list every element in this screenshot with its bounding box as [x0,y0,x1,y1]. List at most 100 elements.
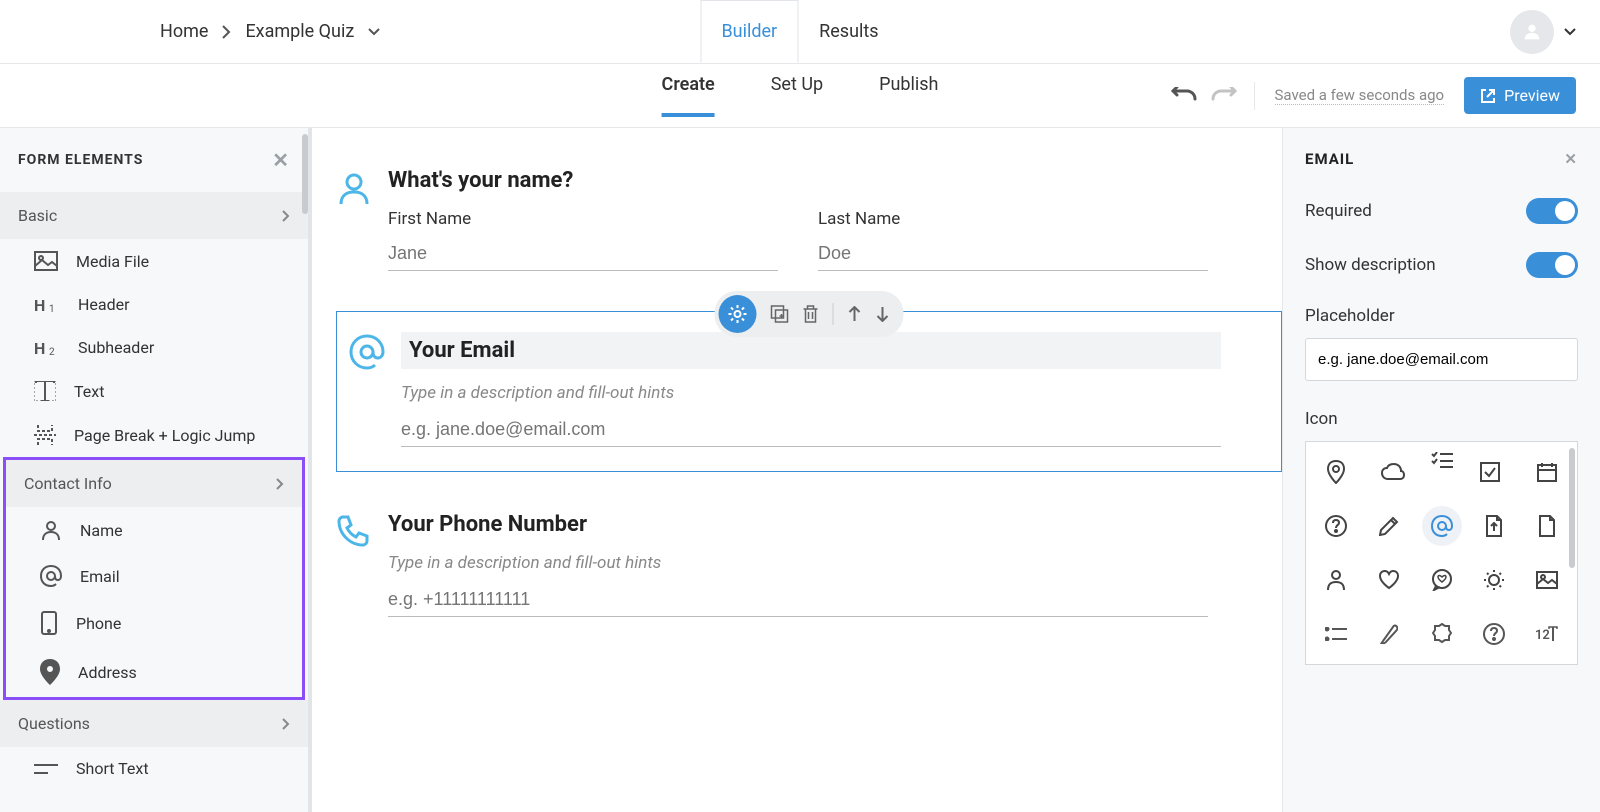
first-name-input[interactable] [388,237,778,271]
close-icon[interactable]: ✕ [1564,150,1578,168]
saved-status: Saved a few seconds ago [1275,86,1445,105]
at-icon [349,334,385,370]
media-icon [34,251,58,271]
delete-button[interactable] [803,305,819,323]
pin-icon [40,659,60,685]
sidebar-title: FORM ELEMENTS [18,152,143,168]
header-icon: H1 [34,296,60,314]
showdesc-toggle[interactable] [1526,252,1578,278]
close-icon[interactable]: ✕ [272,148,290,172]
upload-icon-option[interactable] [1474,506,1514,546]
person-icon [336,170,372,206]
scrollbar[interactable] [302,134,308,214]
email-input[interactable] [401,413,1221,447]
sidebar-item-text[interactable]: Text [0,369,308,413]
svg-text:1: 1 [49,304,55,314]
subheader-icon: H2 [34,339,60,357]
cloud-icon-option[interactable] [1373,452,1413,492]
checkbox-icon-option[interactable] [1470,452,1510,492]
subtab-setup[interactable]: Set Up [771,74,823,117]
subtab-publish[interactable]: Publish [879,74,938,117]
move-up-button[interactable] [848,306,862,322]
help-icon-option[interactable] [1316,506,1356,546]
email-question-block[interactable]: Your Email Type in a description and fil… [336,311,1282,472]
svg-text:2: 2 [49,347,55,357]
element-toolbar [715,291,904,337]
phone-device-icon [40,611,58,635]
sidebar-item-header[interactable]: H1 Header [0,283,308,326]
svg-text:H: H [34,339,45,357]
number-icon-option[interactable]: 12 [1527,614,1567,654]
sidebar-item-pagebreak[interactable]: Page Break + Logic Jump [0,413,308,457]
sidebar-item-media[interactable]: Media File [0,239,308,283]
person-icon [40,519,62,541]
shorttext-icon [34,763,58,775]
undo-button[interactable] [1170,82,1198,110]
question-title[interactable]: Your Phone Number [388,512,1208,537]
description-hint[interactable]: Type in a description and fill-out hints [388,553,1208,573]
badge-icon-option[interactable] [1422,614,1462,654]
tab-builder[interactable]: Builder [700,0,798,63]
at-icon [40,565,62,587]
lightbulb-icon-option[interactable] [1474,560,1514,600]
duplicate-button[interactable] [771,305,789,323]
chevron-down-icon[interactable] [1564,28,1576,36]
pagebreak-icon [34,425,56,445]
svg-text:12: 12 [1535,628,1550,642]
svg-text:H: H [34,296,45,314]
sidebar-item-email[interactable]: Email [6,553,302,599]
last-name-input[interactable] [818,237,1208,271]
calendar-icon-option[interactable] [1527,452,1567,492]
chevron-down-icon[interactable] [368,28,380,36]
text-icon [34,381,56,401]
question-title[interactable]: What's your name? [388,168,1208,193]
bullet-list-icon-option[interactable] [1316,614,1356,654]
chevron-right-icon [222,25,231,39]
phone-icon [336,514,372,550]
tab-results[interactable]: Results [798,0,899,63]
breadcrumb-home[interactable]: Home [160,21,208,42]
properties-panel: EMAIL ✕ Required Show description Placeh… [1282,128,1600,812]
redo-button[interactable] [1210,82,1238,110]
subtab-create[interactable]: Create [662,74,715,117]
breadcrumb: Home Example Quiz [160,21,380,42]
breadcrumb-quiz[interactable]: Example Quiz [245,21,354,42]
move-down-button[interactable] [876,306,890,322]
person-icon-option[interactable] [1316,560,1356,600]
sidebar-group-questions[interactable]: Questions [0,700,308,747]
required-label: Required [1305,201,1372,221]
required-toggle[interactable] [1526,198,1578,224]
last-name-label: Last Name [818,209,1208,229]
scrollbar[interactable] [1569,448,1575,568]
heart-icon-option[interactable] [1369,560,1409,600]
list-icon-option[interactable] [1431,452,1453,492]
pen-icon-option[interactable] [1369,614,1409,654]
phone-input[interactable] [388,583,1208,617]
sidebar-item-name[interactable]: Name [6,507,302,553]
settings-button[interactable] [719,295,757,333]
file-icon-option[interactable] [1527,506,1567,546]
sidebar-item-address[interactable]: Address [6,647,302,697]
sidebar-group-contact[interactable]: Contact Info [6,460,302,507]
sidebar-item-subheader[interactable]: H2 Subheader [0,326,308,369]
chat-heart-icon-option[interactable] [1422,560,1462,600]
sidebar-group-basic[interactable]: Basic [0,192,308,239]
image-icon-option[interactable] [1527,560,1567,600]
canvas: What's your name? First Name Last Name [312,128,1282,812]
pencil-icon-option[interactable] [1369,506,1409,546]
panel-title: EMAIL [1305,150,1354,168]
icon-picker: 12 [1305,441,1578,665]
placeholder-input[interactable] [1305,338,1578,381]
placeholder-label: Placeholder [1305,306,1578,326]
avatar[interactable] [1510,10,1554,54]
showdesc-label: Show description [1305,255,1436,275]
at-icon-option[interactable] [1422,506,1462,546]
help-circle-icon-option[interactable] [1474,614,1514,654]
first-name-label: First Name [388,209,778,229]
pin-icon-option[interactable] [1316,452,1356,492]
sidebar-item-shorttext[interactable]: Short Text [0,747,308,790]
preview-button[interactable]: Preview [1464,77,1576,114]
sidebar-item-phone[interactable]: Phone [6,599,302,647]
question-title[interactable]: Your Email [409,338,515,363]
description-hint[interactable]: Type in a description and fill-out hints [401,383,1221,403]
